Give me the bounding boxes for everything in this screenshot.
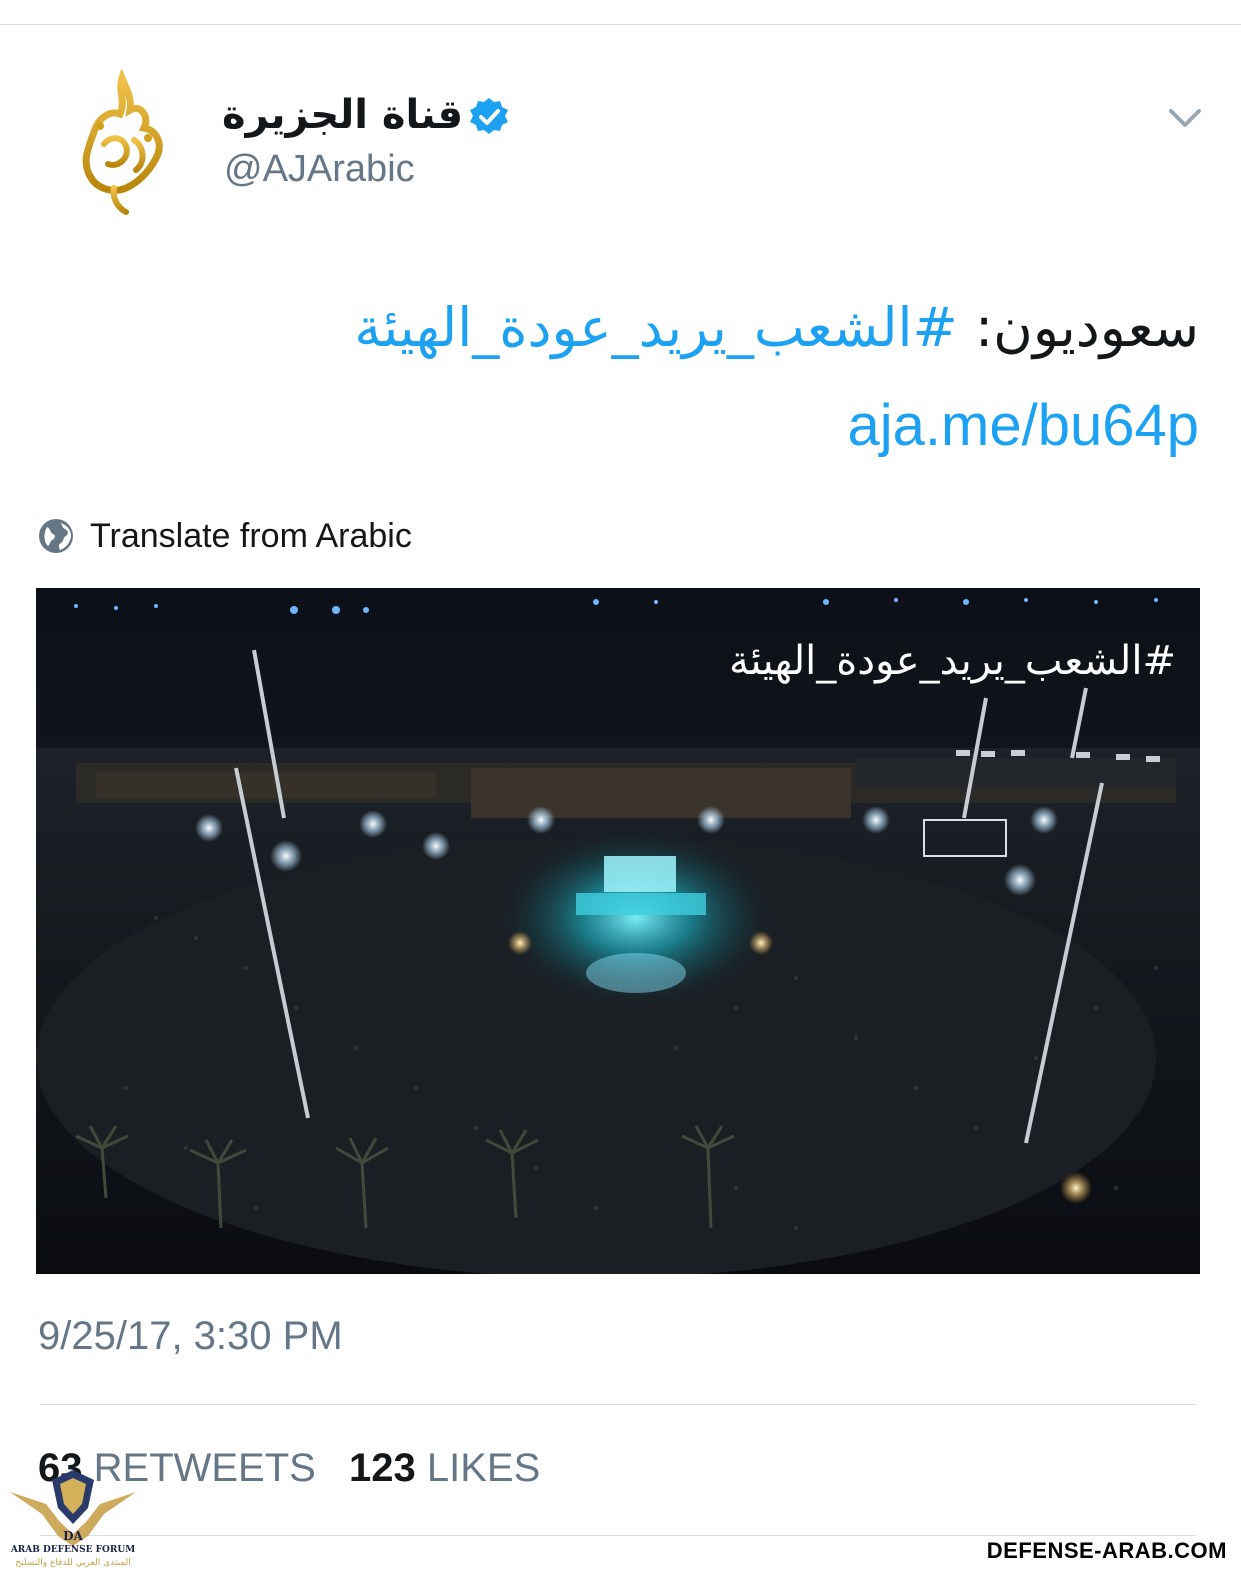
divider-bottom [40, 1535, 1196, 1536]
watermark-site: DEFENSE-ARAB.COM [986, 1538, 1227, 1563]
top-divider [0, 24, 1241, 25]
tweet-timestamp[interactable]: 9/25/17, 3:30 PM [38, 1314, 343, 1359]
divider [40, 1404, 1196, 1405]
watermark-forum-en: ARAB DEFENSE FORUM [10, 1545, 135, 1555]
tweet-url-link[interactable]: aja.me/bu64p [848, 392, 1199, 459]
likes-label: LIKES [426, 1446, 541, 1490]
verified-badge-icon [468, 96, 510, 138]
chevron-down-icon[interactable] [1168, 106, 1202, 130]
watermark-forum-ar: المنتدى العربي للدفاع والتسليح [15, 1558, 130, 1568]
tweet-text-prefix: سعوديون: [957, 296, 1199, 359]
hashtag-link[interactable]: #الشعب_يريد_عودة_الهيئة [354, 296, 958, 359]
display-name[interactable]: قناة الجزيرة [222, 92, 463, 138]
globe-icon [39, 519, 73, 553]
forum-watermark-logo: DA ARAB DEFENSE FORUM المنتدى العربي للد… [8, 1462, 138, 1570]
tweet-image[interactable]: #الشعب_يريد_عودة_الهيئة [36, 588, 1200, 1274]
translate-label: Translate from Arabic [90, 516, 412, 555]
watermark-initials: DA [63, 1529, 83, 1543]
likes-stat[interactable]: 123 LIKES [349, 1446, 562, 1490]
likes-count: 123 [348, 1446, 416, 1490]
image-caption: #الشعب_يريد_عودة_الهيئة [728, 638, 1176, 684]
tweet-text: سعوديون: #الشعب_يريد_عودة_الهيئة [354, 296, 1199, 359]
translate-button[interactable]: Translate from Arabic [38, 516, 412, 556]
aljazeera-logo-icon[interactable] [60, 67, 180, 220]
user-handle[interactable]: @AJArabic [224, 148, 415, 191]
